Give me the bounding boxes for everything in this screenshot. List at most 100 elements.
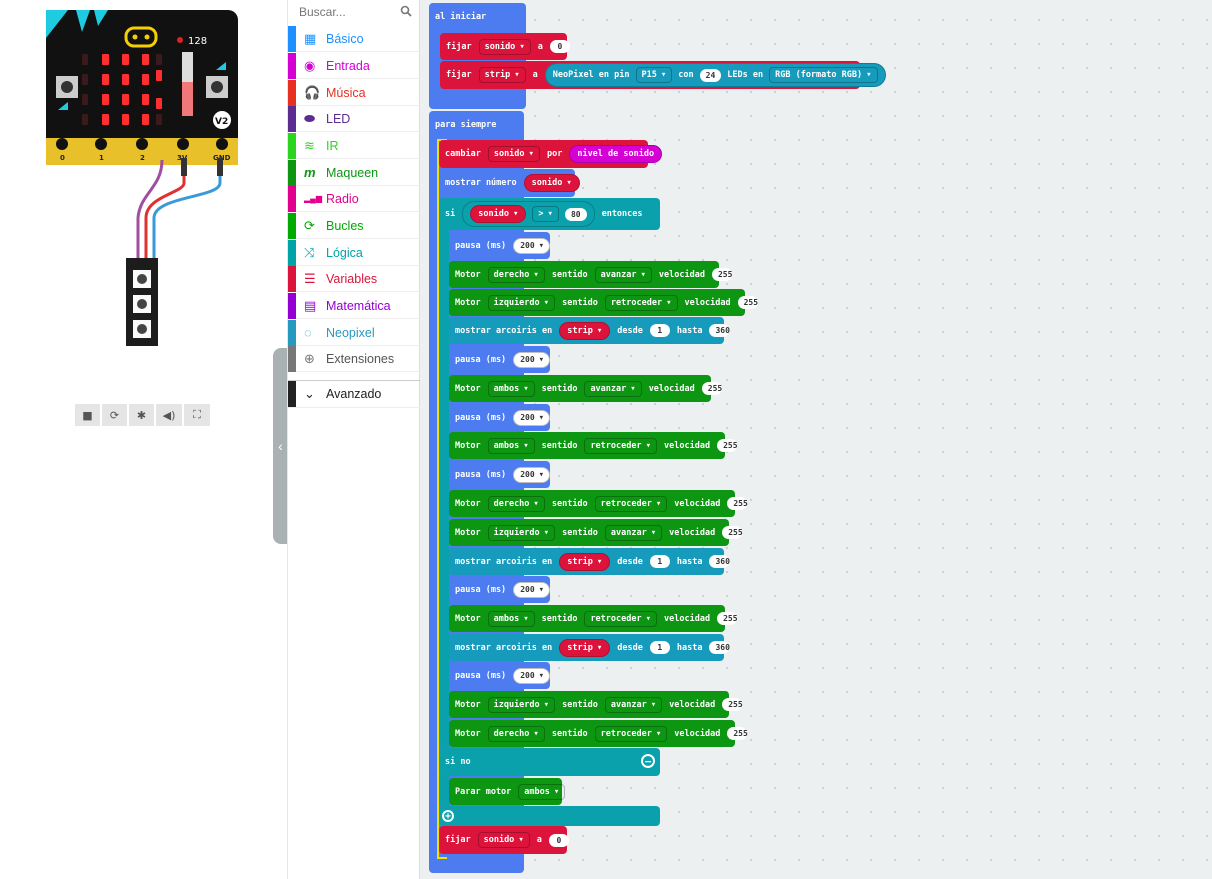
pause-block[interactable]: pausa (ms) 200: [449, 232, 550, 259]
compare-block[interactable]: sonido > 80: [462, 201, 595, 227]
pause-duration-dropdown[interactable]: 200: [513, 581, 550, 598]
motor-dropdown[interactable]: izquierdo: [487, 294, 556, 311]
fullscreen-icon[interactable]: ⛶: [184, 404, 210, 426]
variable-dropdown[interactable]: sonido: [487, 146, 540, 162]
toolbox-category-13[interactable]: ⌄ Avanzado: [288, 380, 420, 408]
speed-input[interactable]: 255: [737, 296, 758, 309]
motor-block[interactable]: Motor ambos sentido avanzar velocidad 255: [449, 375, 722, 402]
pause-block[interactable]: pausa (ms) 200: [449, 576, 550, 603]
show-rainbow-block[interactable]: mostrar arcoiris en strip desde 1 hasta 360: [449, 634, 730, 661]
speed-input[interactable]: 255: [722, 526, 743, 539]
motor-block[interactable]: Motor derecho sentido retroceder velocidad 25…: [449, 720, 748, 747]
motor-dropdown[interactable]: derecho: [487, 495, 545, 512]
direction-dropdown[interactable]: avanzar: [604, 696, 663, 713]
change-sonido-block[interactable]: cambiar sonido por nivel de sonido: [439, 140, 663, 168]
direction-dropdown[interactable]: retroceder: [604, 294, 678, 311]
value-input[interactable]: 0: [549, 40, 570, 53]
toolbox-category-4[interactable]: ≋ IR: [288, 132, 420, 159]
motor-dropdown[interactable]: derecho: [487, 725, 545, 742]
toolbox-category-6[interactable]: ▂▄▆ Radio: [288, 185, 420, 212]
speed-input[interactable]: 255: [717, 612, 738, 625]
to-input[interactable]: 360: [709, 641, 730, 654]
stop-icon[interactable]: ■: [75, 404, 100, 426]
direction-dropdown[interactable]: retroceder: [584, 437, 658, 454]
pause-duration-dropdown[interactable]: 200: [513, 409, 550, 426]
direction-dropdown[interactable]: retroceder: [594, 495, 668, 512]
motor-block[interactable]: Motor derecho sentido retroceder velocidad 25…: [449, 490, 748, 517]
from-input[interactable]: 1: [649, 641, 670, 654]
strip-reporter[interactable]: strip: [559, 638, 611, 657]
blocks-workspace[interactable]: al iniciar fijar sonido a 0 fijar strip …: [420, 0, 1212, 879]
neopixel-create-block[interactable]: NeoPixel en pin P15 con 24 LEDs en RGB (…: [544, 63, 886, 87]
pause-duration-dropdown[interactable]: 200: [513, 466, 550, 483]
toolbox-category-12[interactable]: ⊕ Extensiones: [288, 345, 420, 372]
show-number-block[interactable]: mostrar número sonido: [439, 169, 580, 197]
toolbox-category-2[interactable]: 🎧 Música: [288, 79, 420, 106]
variable-dropdown[interactable]: sonido: [477, 832, 530, 848]
speed-input[interactable]: 255: [727, 727, 748, 740]
toolbox-category-0[interactable]: ▦ Básico: [288, 25, 420, 52]
microbit-board[interactable]: 128 V2 0123VGND: [46, 10, 238, 165]
else-block[interactable]: si no −: [439, 748, 660, 776]
from-input[interactable]: 1: [649, 555, 670, 568]
if-block[interactable]: si sonido > 80 entonces: [439, 198, 660, 230]
toolbox-category-3[interactable]: ⬬ LED: [288, 105, 420, 132]
speed-input[interactable]: 255: [711, 268, 732, 281]
motor-dropdown[interactable]: ambos: [487, 437, 535, 454]
debug-bug-icon[interactable]: ✱: [129, 404, 154, 426]
toolbox-category-1[interactable]: ◉ Entrada: [288, 52, 420, 79]
pause-duration-dropdown[interactable]: 200: [513, 667, 550, 684]
toolbox-search-input[interactable]: Buscar...: [288, 0, 420, 24]
toolbox-category-8[interactable]: ⤨ Lógica: [288, 239, 420, 266]
pause-block[interactable]: pausa (ms) 200: [449, 662, 550, 689]
motor-dropdown[interactable]: izquierdo: [487, 524, 556, 541]
motor-block[interactable]: Motor izquierdo sentido retroceder velocidad…: [449, 289, 758, 316]
direction-dropdown[interactable]: avanzar: [594, 266, 652, 283]
motor-dropdown[interactable]: ambos: [487, 610, 535, 627]
motor-dropdown[interactable]: ambos: [487, 380, 535, 397]
toolbox-category-9[interactable]: ☰ Variables: [288, 265, 420, 292]
restart-icon[interactable]: ⟳: [102, 404, 127, 426]
pin-dropdown[interactable]: P15: [635, 67, 673, 83]
pause-block[interactable]: pausa (ms) 200: [449, 404, 550, 431]
set-sonido-block[interactable]: fijar sonido a 0: [440, 33, 570, 60]
show-rainbow-block[interactable]: mostrar arcoiris en strip desde 1 hasta 360: [449, 317, 730, 344]
motor-dropdown[interactable]: derecho: [487, 266, 545, 283]
direction-dropdown[interactable]: retroceder: [584, 610, 658, 627]
direction-dropdown[interactable]: retroceder: [594, 725, 668, 742]
pause-block[interactable]: pausa (ms) 200: [449, 346, 550, 373]
set-strip-block[interactable]: fijar strip a NeoPixel en pin P15 con 24…: [440, 61, 886, 89]
motor-block[interactable]: Motor izquierdo sentido avanzar velocidad 255: [449, 691, 743, 718]
stop-motor-block[interactable]: Parar motor ambos: [449, 778, 566, 805]
variable-reporter[interactable]: sonido: [470, 205, 527, 223]
motor-block[interactable]: Motor izquierdo sentido avanzar velocidad 255: [449, 519, 743, 546]
value-input[interactable]: 0: [548, 833, 569, 847]
operator-dropdown[interactable]: >: [532, 206, 559, 222]
set-sonido-end-block[interactable]: fijar sonido a 0: [439, 826, 569, 854]
show-rainbow-block[interactable]: mostrar arcoiris en strip desde 1 hasta 360: [449, 548, 730, 575]
direction-dropdown[interactable]: avanzar: [584, 380, 642, 397]
direction-dropdown[interactable]: avanzar: [604, 524, 663, 541]
minus-circle-icon[interactable]: −: [641, 754, 655, 768]
pause-duration-dropdown[interactable]: 200: [513, 351, 550, 368]
strip-reporter[interactable]: strip: [559, 552, 611, 571]
mode-dropdown[interactable]: RGB (formato RGB): [769, 67, 878, 83]
motor-block[interactable]: Motor ambos sentido retroceder velocidad 255: [449, 605, 738, 632]
motor-dropdown[interactable]: izquierdo: [487, 696, 556, 713]
variable-dropdown[interactable]: strip: [478, 67, 526, 83]
to-input[interactable]: 360: [709, 324, 730, 337]
search-icon[interactable]: [400, 5, 412, 17]
toolbox-category-10[interactable]: ▤ Matemática: [288, 292, 420, 319]
plus-circle-icon[interactable]: +: [442, 810, 454, 822]
pause-duration-dropdown[interactable]: 200: [513, 237, 550, 254]
collapse-simulator-button[interactable]: ‹: [273, 348, 288, 544]
motor-block[interactable]: Motor ambos sentido retroceder velocidad 255: [449, 432, 738, 459]
pause-block[interactable]: pausa (ms) 200: [449, 461, 550, 488]
variable-reporter[interactable]: sonido: [523, 174, 580, 192]
toolbox-category-11[interactable]: ◌ Neopixel: [288, 319, 420, 346]
toolbox-category-5[interactable]: m Maqueen: [288, 159, 420, 186]
variable-dropdown[interactable]: sonido: [478, 38, 531, 55]
strip-reporter[interactable]: strip: [559, 321, 611, 340]
motor-dropdown[interactable]: ambos: [518, 783, 566, 800]
from-input[interactable]: 1: [649, 324, 670, 337]
